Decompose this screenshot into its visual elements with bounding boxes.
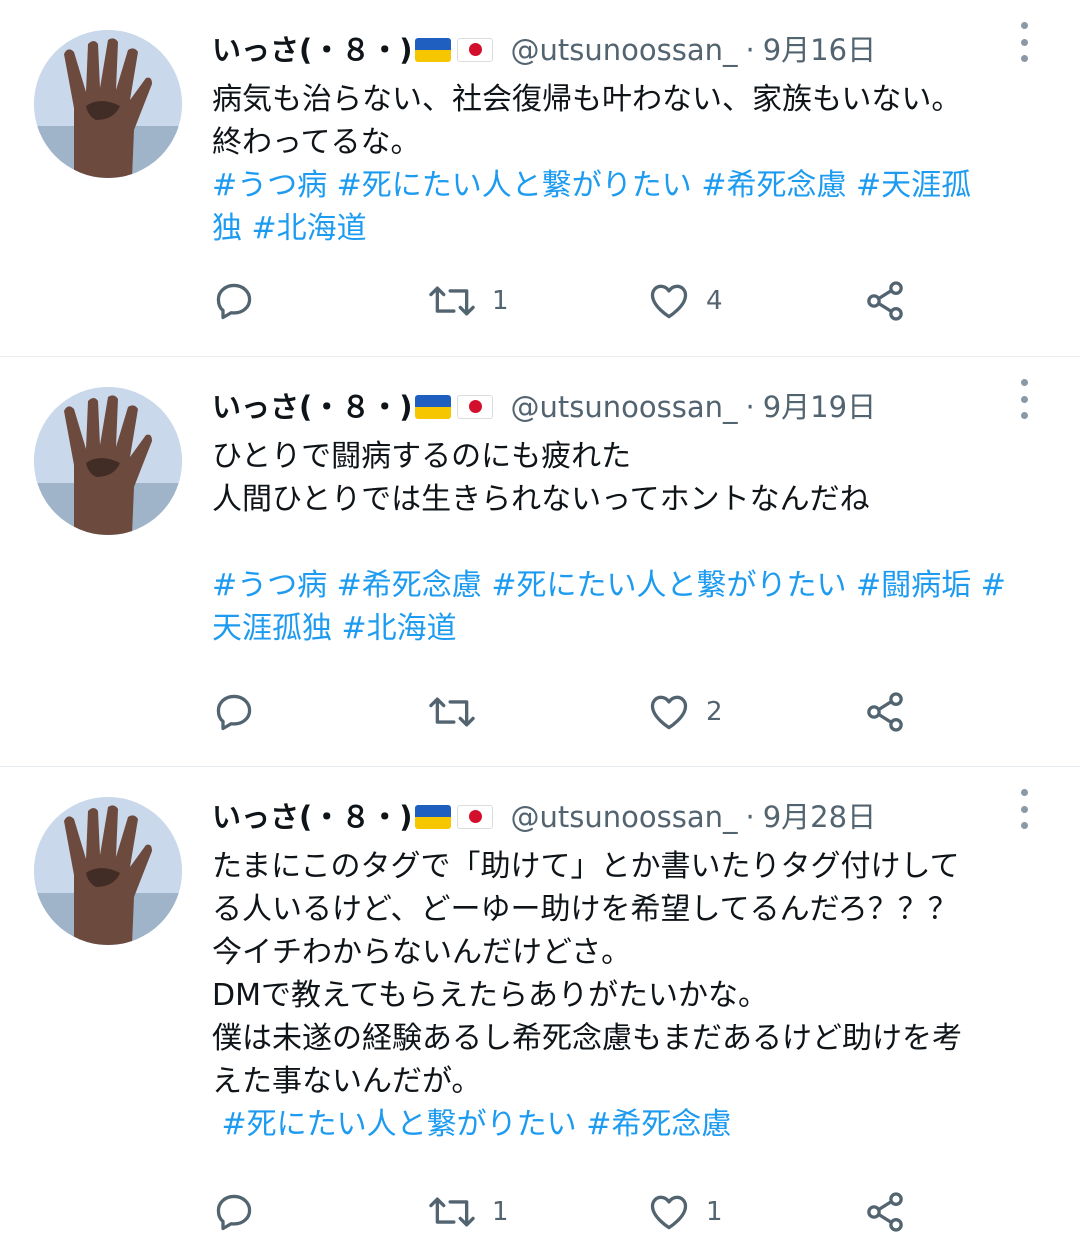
ukraine-flag: [414, 38, 451, 62]
like-heart-icon: [650, 695, 688, 730]
tweet-actions: 1 4: [0, 276, 1080, 326]
share-button[interactable]: [862, 276, 908, 326]
retweet-icon: [429, 697, 475, 727]
tweet-actions: 1 1: [0, 1187, 1080, 1237]
reply-icon: [216, 1194, 252, 1231]
japan-flag: [456, 805, 493, 829]
share-icon: [867, 692, 903, 732]
reply-button[interactable]: [212, 1187, 256, 1237]
display-name[interactable]: いっさ(・８・): [212, 389, 413, 425]
like-button[interactable]: 2: [646, 687, 723, 737]
separator-dot: ·: [745, 33, 755, 67]
like-count: 4: [706, 286, 723, 316]
tweet-header: いっさ(・８・) @utsunoossan_ · 9月28日: [212, 799, 876, 835]
avatar[interactable]: [34, 797, 182, 945]
tweet-date[interactable]: 9月28日: [763, 799, 876, 835]
more-dots-icon[interactable]: [1014, 789, 1034, 829]
like-count: 2: [706, 697, 723, 727]
more-dots-icon[interactable]: [1014, 22, 1034, 62]
reply-button[interactable]: [212, 687, 256, 737]
text-line: 僕は未遂の経験あるし希死念慮もまだあるけど助けを考: [212, 1021, 962, 1056]
retweet-count: 1: [492, 286, 509, 316]
tweet-3[interactable]: いっさ(・８・) @utsunoossan_ · 9月28日 たまにこのタグで「…: [0, 767, 1080, 1243]
text-line: えた事ないんだが。: [212, 1064, 482, 1099]
display-name[interactable]: いっさ(・８・): [212, 32, 413, 68]
tweet-header: いっさ(・８・) @utsunoossan_ · 9月16日: [212, 32, 876, 68]
share-button[interactable]: [862, 1187, 908, 1237]
text-line: DMで教えてもらえたらありがたいかな。: [212, 978, 768, 1013]
separator-dot: ·: [745, 800, 755, 834]
separator-dot: ·: [745, 390, 755, 424]
reply-icon: [216, 694, 252, 731]
tweet-date[interactable]: 9月19日: [763, 389, 876, 425]
tweet-date[interactable]: 9月16日: [763, 32, 876, 68]
text-line: 人間ひとりでは生きられないってホントなんだね: [212, 482, 870, 517]
share-button[interactable]: [862, 687, 908, 737]
avatar-hand-photo: [34, 387, 182, 535]
retweet-button[interactable]: 1: [426, 276, 509, 326]
japan-flag: [456, 395, 493, 419]
hashtag-line[interactable]: #死にたい人と繋がりたい #希死念慮: [212, 1103, 1042, 1146]
like-heart-icon: [650, 1195, 688, 1230]
avatar-hand-photo: [34, 30, 182, 178]
display-name[interactable]: いっさ(・８・): [212, 799, 413, 835]
ukraine-flag: [414, 395, 451, 419]
like-button[interactable]: 1: [646, 1187, 723, 1237]
japan-flag: [456, 38, 493, 62]
tweet-actions: 2: [0, 687, 1080, 737]
tweet-header: いっさ(・８・) @utsunoossan_ · 9月19日: [212, 389, 876, 425]
like-heart-icon: [650, 284, 688, 319]
user-handle[interactable]: @utsunoossan_: [511, 389, 738, 425]
reply-button[interactable]: [212, 276, 256, 326]
more-dots-icon[interactable]: [1014, 379, 1034, 419]
reply-icon: [216, 283, 252, 320]
text-line: る人いるけど、どーゆー助けを希望してるんだろ？？？: [212, 892, 958, 927]
retweet-count: 1: [492, 1197, 509, 1227]
text-line: ひとりで闘病するのにも疲れた: [212, 439, 632, 474]
text-line: たまにこのタグで「助けて」とか書いたりタグ付けして: [212, 849, 960, 884]
tweet-text: ひとりで闘病するのにも疲れた 人間ひとりでは生きられないってホントなんだね #う…: [212, 435, 1042, 650]
share-icon: [867, 281, 903, 321]
tweet-2[interactable]: いっさ(・８・) @utsunoossan_ · 9月19日 ひとりで闘病するの…: [0, 357, 1080, 766]
retweet-icon: [429, 286, 475, 316]
avatar[interactable]: [34, 387, 182, 535]
hashtag-line[interactable]: 独 #北海道: [212, 207, 1042, 250]
hashtag-line[interactable]: #うつ病 #希死念慮 #死にたい人と繋がりたい #闘病垢 #: [212, 564, 1042, 607]
text-line: 今イチわからないんだけどさ。: [212, 935, 632, 970]
like-count: 1: [706, 1197, 723, 1227]
hashtag-line[interactable]: #うつ病 #死にたい人と繋がりたい #希死念慮 #天涯孤: [212, 164, 1042, 207]
tweet-1[interactable]: いっさ(・８・) @utsunoossan_ · 9月16日 病気も治らない、社…: [0, 0, 1080, 356]
avatar-hand-photo: [34, 797, 182, 945]
tweet-feed: いっさ(・８・) @utsunoossan_ · 9月16日 病気も治らない、社…: [0, 0, 1080, 1243]
share-icon: [867, 1192, 903, 1232]
retweet-button[interactable]: 1: [426, 1187, 509, 1237]
user-handle[interactable]: @utsunoossan_: [511, 32, 738, 68]
hashtag-line[interactable]: 天涯孤独 #北海道: [212, 607, 1042, 650]
ukraine-flag: [414, 805, 451, 829]
retweet-icon: [429, 1197, 475, 1227]
tweet-text: 病気も治らない、社会復帰も叶わない、家族もいない。 終わってるな。 #うつ病 #…: [212, 78, 1042, 250]
retweet-button[interactable]: [426, 687, 492, 737]
avatar[interactable]: [34, 30, 182, 178]
like-button[interactable]: 4: [646, 276, 723, 326]
tweet-text: たまにこのタグで「助けて」とか書いたりタグ付けして る人いるけど、どーゆー助けを…: [212, 845, 1042, 1146]
text-line: 病気も治らない、社会復帰も叶わない、家族もいない。: [212, 82, 962, 117]
user-handle[interactable]: @utsunoossan_: [511, 799, 738, 835]
text-line: 終わってるな。: [212, 125, 421, 160]
